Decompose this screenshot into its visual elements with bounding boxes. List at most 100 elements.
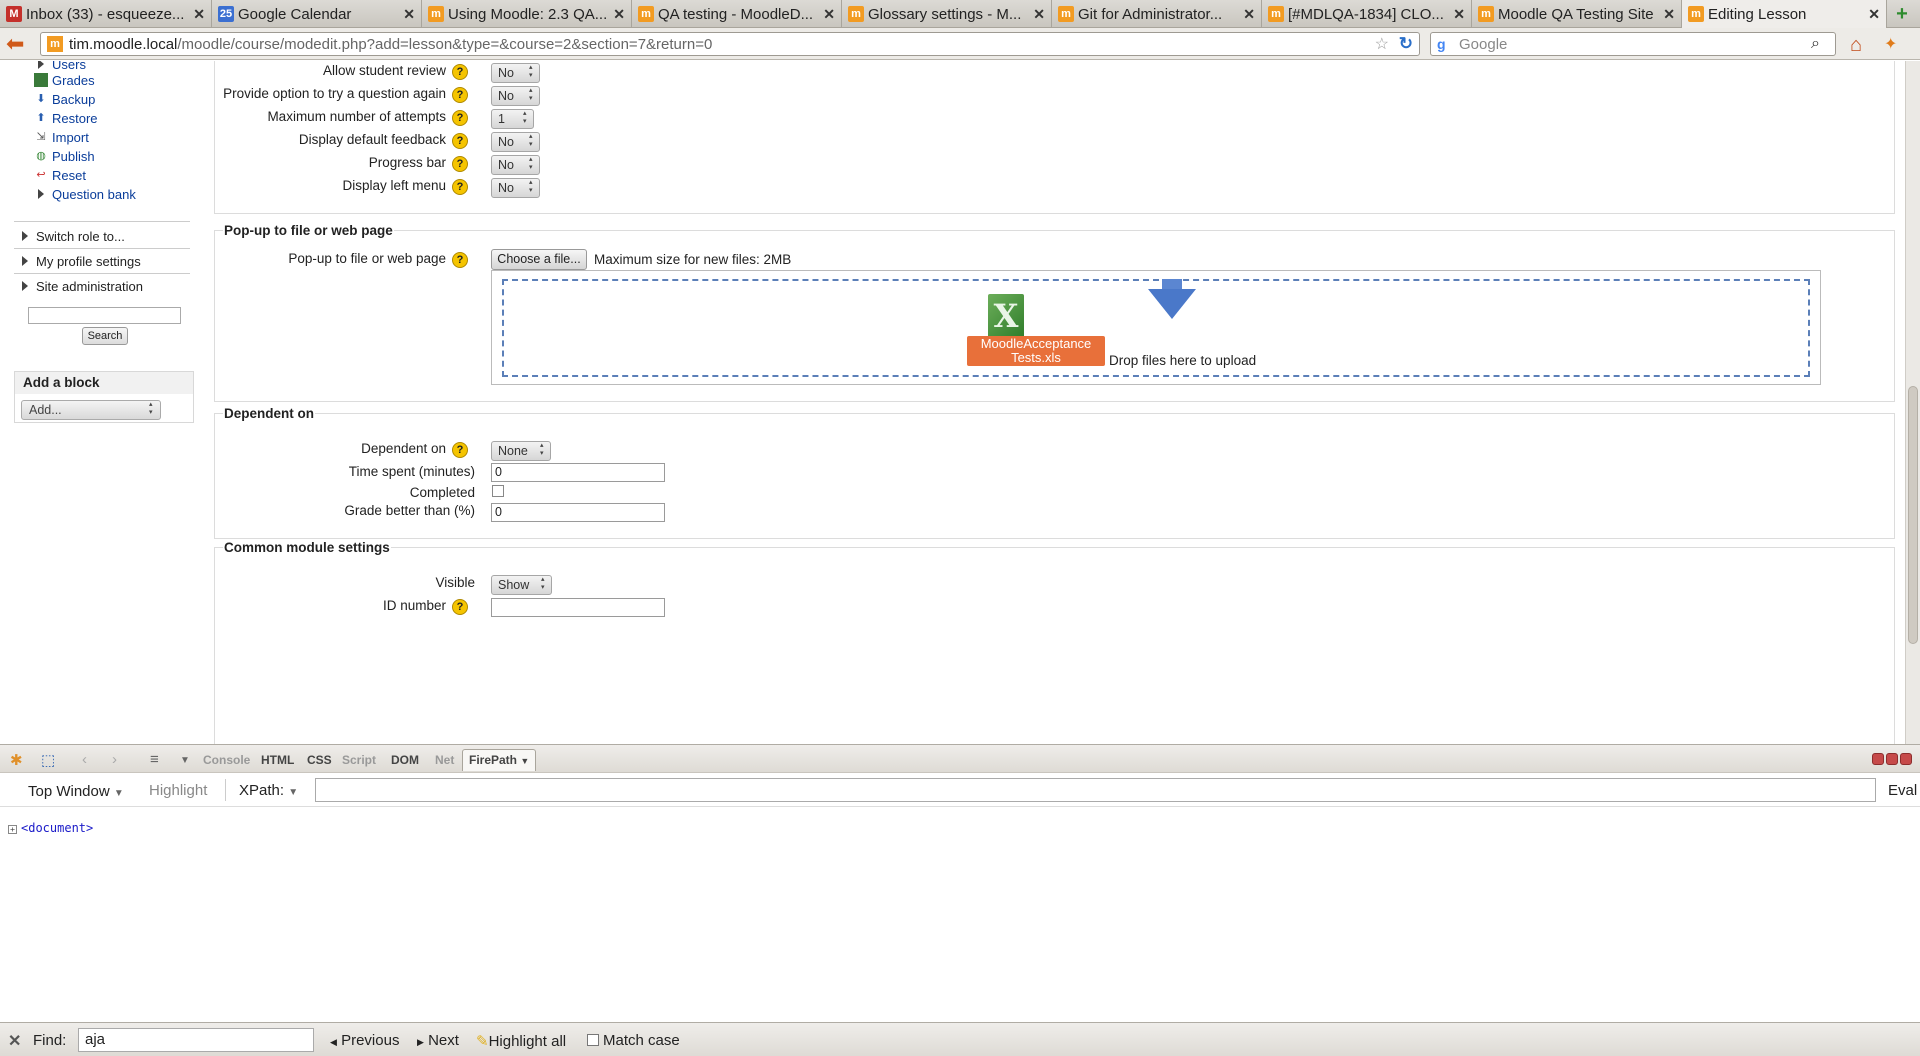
find-previous-button[interactable]: ◀ Previous — [330, 1032, 399, 1049]
help-icon[interactable]: ? — [452, 599, 468, 615]
close-tab-icon[interactable]: ✕ — [613, 6, 625, 23]
new-tab-button[interactable]: + — [1887, 0, 1917, 28]
magnifier-icon[interactable]: ⌕ — [1811, 35, 1835, 53]
expand-triangle-icon[interactable] — [22, 231, 28, 241]
close-icon[interactable]: ✕ — [8, 1031, 21, 1051]
back-icon[interactable]: ‹ — [82, 751, 87, 768]
tab-html[interactable]: HTML — [261, 753, 294, 767]
time-spent-input[interactable]: 0 — [491, 463, 665, 482]
firebug-icon[interactable]: ✱ — [10, 751, 23, 769]
expand-triangle-icon[interactable] — [22, 281, 28, 291]
help-icon[interactable]: ? — [452, 252, 468, 268]
reload-icon[interactable]: ↻ — [1399, 34, 1413, 54]
back-arrow-icon[interactable]: ⬅ — [6, 33, 30, 55]
close-tab-icon[interactable]: ✕ — [403, 6, 415, 23]
sidebar-item-publish[interactable]: ◍ Publish — [34, 147, 94, 165]
xpath-select[interactable]: XPath: ▼ — [239, 782, 298, 799]
tab-script[interactable]: Script — [342, 753, 376, 767]
default-feedback-select[interactable]: No — [491, 132, 540, 152]
document-node[interactable]: + <document> — [8, 821, 93, 835]
tab-dom[interactable]: DOM — [391, 753, 419, 767]
home-icon[interactable]: ⌂ — [1850, 34, 1862, 57]
switch-role-item[interactable]: Switch role to... — [22, 227, 125, 245]
page-scrollbar[interactable] — [1905, 61, 1920, 744]
help-icon[interactable]: ? — [452, 87, 468, 103]
completed-checkbox[interactable] — [492, 485, 504, 497]
close-tab-icon[interactable]: ✕ — [1868, 6, 1880, 23]
highlight-all-button[interactable]: ✎Highlight all — [476, 1032, 566, 1050]
site-administration-item[interactable]: Site administration — [22, 277, 143, 295]
sidebar-item-backup[interactable]: ⬇ Backup — [34, 90, 95, 108]
search-engine-icon[interactable]: g — [1431, 36, 1459, 52]
browser-tab[interactable]: 25 Google Calendar ✕ — [212, 0, 422, 28]
detach-button[interactable] — [1886, 753, 1898, 765]
help-icon[interactable]: ? — [452, 110, 468, 126]
find-next-button[interactable]: ▶ Next — [417, 1032, 459, 1049]
settings-search-input[interactable] — [28, 307, 181, 324]
close-button[interactable] — [1900, 753, 1912, 765]
top-window-select[interactable]: Top Window ▼ — [28, 783, 124, 800]
sidebar-item-restore[interactable]: ⬆ Restore — [34, 109, 97, 127]
help-icon[interactable]: ? — [452, 64, 468, 80]
browser-tab[interactable]: m Glossary settings - M... ✕ — [842, 0, 1052, 28]
url-bar[interactable]: m tim.moodle.local /moodle/course/modedi… — [40, 32, 1420, 56]
expand-icon[interactable]: + — [8, 825, 17, 834]
close-tab-icon[interactable]: ✕ — [1453, 6, 1465, 23]
my-profile-settings-item[interactable]: My profile settings — [22, 252, 141, 270]
highlight-button[interactable]: Highlight — [149, 782, 207, 799]
browser-tab[interactable]: m Using Moodle: 2.3 QA... ✕ — [422, 0, 632, 28]
dropdown-icon[interactable]: ▼ — [180, 755, 190, 766]
max-attempts-select[interactable]: 1 — [491, 109, 534, 129]
choose-file-button[interactable]: Choose a file... — [491, 249, 587, 270]
browser-tab[interactable]: m Git for Administrator... ✕ — [1052, 0, 1262, 28]
grade-better-input[interactable]: 0 — [491, 503, 665, 522]
display-left-menu-select[interactable]: No — [491, 178, 540, 198]
browser-tab[interactable]: M Inbox (33) - esqueeze... ✕ — [0, 0, 212, 28]
close-tab-icon[interactable]: ✕ — [193, 6, 205, 23]
close-tab-icon[interactable]: ✕ — [823, 6, 835, 23]
eval-button[interactable]: Eval — [1888, 782, 1917, 799]
try-again-select[interactable]: No — [491, 86, 540, 106]
tab-firepath[interactable]: FirePath ▼ — [462, 749, 537, 771]
browser-tab[interactable]: m [#MDLQA-1834] CLO... ✕ — [1262, 0, 1472, 28]
tab-net[interactable]: Net — [435, 753, 454, 767]
search-input[interactable]: Google — [1459, 36, 1811, 53]
close-tab-icon[interactable]: ✕ — [1663, 6, 1675, 23]
browser-tab[interactable]: m QA testing - MoodleD... ✕ — [632, 0, 842, 28]
dependent-on-select[interactable]: None — [491, 441, 551, 461]
scrollbar-thumb[interactable] — [1908, 386, 1918, 644]
inspect-icon[interactable]: ⬚ — [41, 751, 55, 769]
close-tab-icon[interactable]: ✕ — [1033, 6, 1045, 23]
expand-triangle-icon[interactable] — [38, 189, 44, 199]
addon-icon[interactable]: ✦ — [1884, 34, 1897, 54]
sidebar-item-reset[interactable]: ↩ Reset — [34, 166, 86, 184]
tab-console[interactable]: Console — [203, 753, 250, 767]
sidebar-item-import[interactable]: ⇲ Import — [34, 128, 88, 146]
browser-tab[interactable]: m Moodle QA Testing Site ✕ — [1472, 0, 1682, 28]
progress-bar-select[interactable]: No — [491, 155, 540, 175]
add-block-select[interactable]: Add... ▴ ▾ — [21, 400, 161, 420]
forward-icon[interactable]: › — [112, 751, 117, 768]
drop-zone[interactable]: X MoodleAcceptance Tests.xls Drop files … — [502, 279, 1810, 377]
excel-file-icon[interactable]: X — [988, 294, 1024, 338]
sidebar-item-question-bank[interactable]: Question bank — [38, 185, 136, 203]
id-number-input[interactable] — [491, 598, 665, 617]
help-icon[interactable]: ? — [452, 156, 468, 172]
expand-triangle-icon[interactable] — [38, 61, 44, 69]
find-input[interactable]: aja — [78, 1028, 314, 1052]
minimize-button[interactable] — [1872, 753, 1884, 765]
match-case-checkbox[interactable] — [587, 1034, 599, 1046]
help-icon[interactable]: ? — [452, 442, 468, 458]
expand-triangle-icon[interactable] — [22, 256, 28, 266]
sidebar-item-grades[interactable]: Grades — [34, 71, 95, 89]
settings-search-button[interactable]: Search — [82, 327, 128, 345]
tab-css[interactable]: CSS — [307, 753, 332, 767]
xpath-input[interactable] — [315, 778, 1876, 802]
allow-student-review-select[interactable]: No — [491, 63, 540, 83]
bookmark-star-icon[interactable]: ☆ — [1375, 34, 1389, 54]
close-tab-icon[interactable]: ✕ — [1243, 6, 1255, 23]
help-icon[interactable]: ? — [452, 179, 468, 195]
browser-tab[interactable]: m Editing Lesson ✕ — [1682, 0, 1887, 28]
visible-select[interactable]: Show — [491, 575, 552, 595]
dragged-file-label[interactable]: MoodleAcceptance Tests.xls — [967, 336, 1105, 366]
